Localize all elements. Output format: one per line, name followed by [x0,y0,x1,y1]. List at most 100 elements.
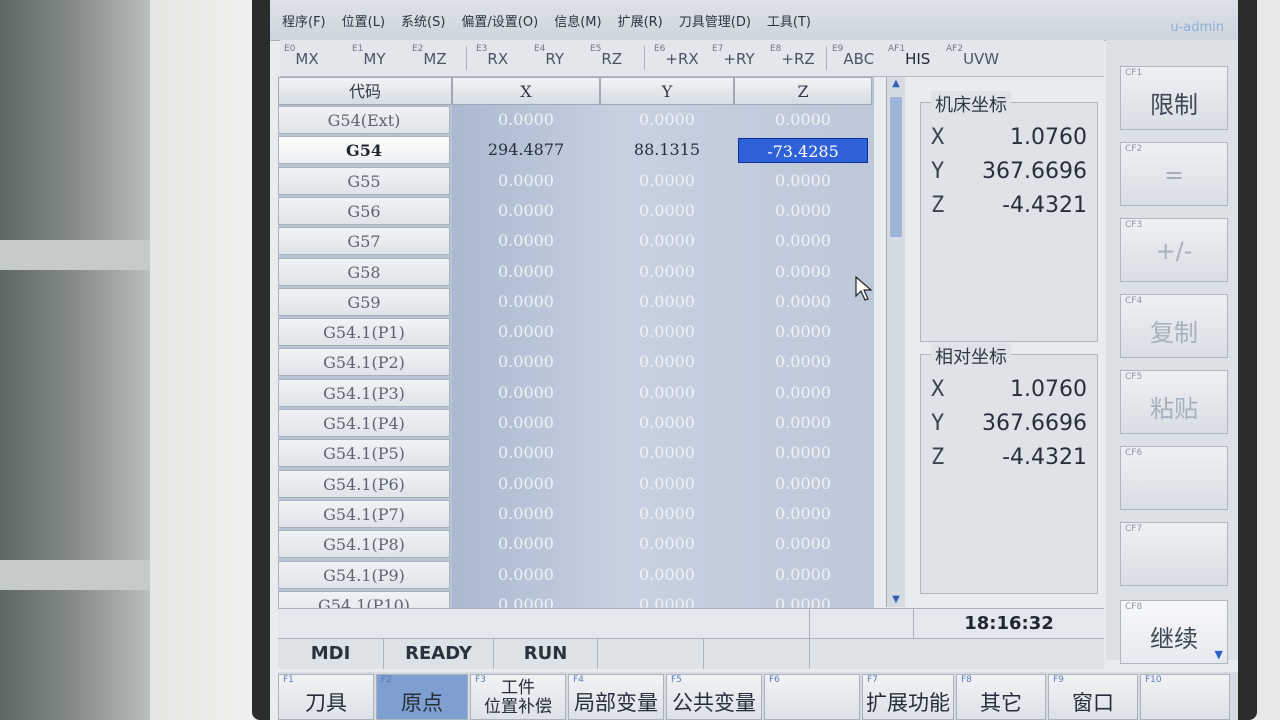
f7-extended-function-button[interactable]: F7 扩展功能 [862,674,954,720]
menu-program[interactable]: 程序(F) [282,11,326,30]
axis-button-my[interactable]: E1MY [352,44,386,72]
code-cell[interactable]: G54.1(P7) [278,499,450,528]
value-cell-y[interactable]: 0.0000 [600,317,734,347]
table-row[interactable]: G59 0.0000 0.0000 0.0000 [278,287,874,317]
value-cell-y[interactable]: 0.0000 [600,257,734,287]
value-cell-y[interactable]: 0.0000 [600,560,734,590]
f4-local-variable-button[interactable]: F4 局部变量 [568,674,664,720]
table-row[interactable]: G57 0.0000 0.0000 0.0000 [278,226,874,256]
value-cell-x[interactable]: 0.0000 [452,499,600,529]
value-cell-z[interactable]: 0.0000 [734,408,872,438]
code-cell[interactable]: G54.1(P4) [278,409,450,437]
value-cell-y[interactable]: 0.0000 [600,378,734,408]
axis-button-plus-rx[interactable]: E6+RX [654,44,699,72]
cf6-button[interactable]: CF6 [1120,446,1228,510]
table-row[interactable]: G54.1(P1) 0.0000 0.0000 0.0000 [278,317,874,347]
table-row[interactable]: G54.1(P9) 0.0000 0.0000 0.0000 [278,560,874,590]
value-cell-z[interactable]: 0.0000 [734,105,872,135]
code-cell[interactable]: G54(Ext) [278,106,450,134]
table-row[interactable]: G54 294.4877 88.1315 -73.4285 [278,135,874,165]
code-cell[interactable]: G55 [278,166,450,195]
value-cell-x[interactable]: 0.0000 [452,469,600,499]
f6-button[interactable]: F6 [764,674,860,720]
value-cell-z[interactable]: 0.0000 [734,499,872,529]
value-cell-y[interactable]: 0.0000 [600,590,734,608]
value-cell-y[interactable]: 0.0000 [600,408,734,438]
value-cell-y[interactable]: 0.0000 [600,347,734,377]
value-cell-z[interactable]: 0.0000 [734,166,872,196]
menu-message[interactable]: 信息(M) [554,11,601,30]
value-cell-y[interactable]: 0.0000 [600,226,734,256]
value-cell-z[interactable]: 0.0000 [734,529,872,559]
menu-position[interactable]: 位置(L) [342,11,385,30]
axis-button-plus-ry[interactable]: E7+RY [712,44,755,72]
f10-button[interactable]: F10 [1140,674,1230,720]
value-cell-z[interactable]: 0.0000 [734,469,872,499]
f1-tool-button[interactable]: F1 刀具 [278,674,374,720]
value-cell-z[interactable]: 0.0000 [734,378,872,408]
f5-common-variable-button[interactable]: F5 公共变量 [666,674,762,720]
value-cell-z[interactable]: 0.0000 [734,257,872,287]
cf3-sign-button[interactable]: CF3 +/- [1120,218,1228,282]
table-row[interactable]: G54.1(P8) 0.0000 0.0000 0.0000 [278,529,874,559]
value-cell-z[interactable]: 0.0000 [734,590,872,608]
axis-button-mz[interactable]: E2MZ [412,44,447,72]
value-cell-x[interactable]: 0.0000 [452,408,600,438]
value-cell-x[interactable]: 0.0000 [452,347,600,377]
table-row[interactable]: G54.1(P2) 0.0000 0.0000 0.0000 [278,347,874,377]
value-cell-x[interactable]: 0.0000 [452,529,600,559]
value-cell-y[interactable]: 0.0000 [600,287,734,317]
value-cell-x[interactable]: 294.4877 [452,135,600,165]
value-cell-x[interactable]: 0.0000 [452,226,600,256]
value-cell-z[interactable]: 0.0000 [734,196,872,226]
value-cell-x[interactable]: 0.0000 [452,317,600,347]
code-cell[interactable]: G54.1(P9) [278,560,450,589]
code-cell[interactable]: G54.1(P1) [278,318,450,347]
code-cell[interactable]: G54.1(P2) [278,348,450,377]
value-cell-y[interactable]: 0.0000 [600,529,734,559]
value-cell-y[interactable]: 88.1315 [600,135,734,165]
value-cell-z[interactable]: 0.0000 [734,226,872,256]
table-row[interactable]: G58 0.0000 0.0000 0.0000 [278,257,874,287]
value-cell-x[interactable]: 0.0000 [452,287,600,317]
value-cell-y[interactable]: 0.0000 [600,469,734,499]
value-cell-x[interactable]: 0.0000 [452,560,600,590]
value-cell-z[interactable]: -73.4285 [738,138,868,164]
table-row[interactable]: G54.1(P6) 0.0000 0.0000 0.0000 [278,469,874,499]
code-cell[interactable]: G58 [278,257,450,286]
value-cell-y[interactable]: 0.0000 [600,166,734,196]
code-cell[interactable]: G54.1(P8) [278,530,450,559]
axis-button-uvw[interactable]: AF2UVW [946,44,999,72]
axis-button-rx[interactable]: E3RX [476,44,508,72]
value-cell-y[interactable]: 0.0000 [600,438,734,468]
table-row[interactable]: G54.1(P5) 0.0000 0.0000 0.0000 [278,438,874,468]
axis-button-plus-rz[interactable]: E8+RZ [770,44,815,72]
value-cell-x[interactable]: 0.0000 [452,438,600,468]
value-cell-y[interactable]: 0.0000 [600,499,734,529]
axis-button-his[interactable]: AF1HIS [888,44,930,72]
value-cell-x[interactable]: 0.0000 [452,166,600,196]
axis-button-mx[interactable]: E0MX [284,44,319,72]
cf8-continue-button[interactable]: CF8 继续 ▼ [1120,600,1228,664]
cf5-paste-button[interactable]: CF5 粘贴 [1120,370,1228,434]
menu-offset-setting[interactable]: 偏置/设置(O) [461,11,538,30]
table-row[interactable]: G54.1(P4) 0.0000 0.0000 0.0000 [278,408,874,438]
cf1-limit-button[interactable]: CF1 限制 [1120,66,1228,130]
menu-system[interactable]: 系统(S) [401,11,445,30]
table-row[interactable]: G54(Ext) 0.0000 0.0000 0.0000 [278,105,874,135]
value-cell-z[interactable]: 0.0000 [734,287,872,317]
cf2-equals-button[interactable]: CF2 = [1120,142,1228,206]
scrollbar-thumb[interactable] [890,97,902,237]
menu-tools[interactable]: 工具(T) [767,11,811,30]
axis-button-abc[interactable]: E9ABC [832,44,874,72]
scroll-up-icon[interactable]: ▲ [887,77,905,91]
code-cell[interactable]: G54.1(P3) [278,378,450,407]
value-cell-y[interactable]: 0.0000 [600,196,734,226]
code-cell[interactable]: G54.1(P10) [278,590,450,608]
table-row[interactable]: G54.1(P3) 0.0000 0.0000 0.0000 [278,378,874,408]
axis-button-rz[interactable]: E5RZ [590,44,622,72]
table-row[interactable]: G55 0.0000 0.0000 0.0000 [278,166,874,196]
value-cell-z[interactable]: 0.0000 [734,317,872,347]
scroll-down-icon[interactable]: ▼ [887,593,905,607]
value-cell-z[interactable]: 0.0000 [734,347,872,377]
